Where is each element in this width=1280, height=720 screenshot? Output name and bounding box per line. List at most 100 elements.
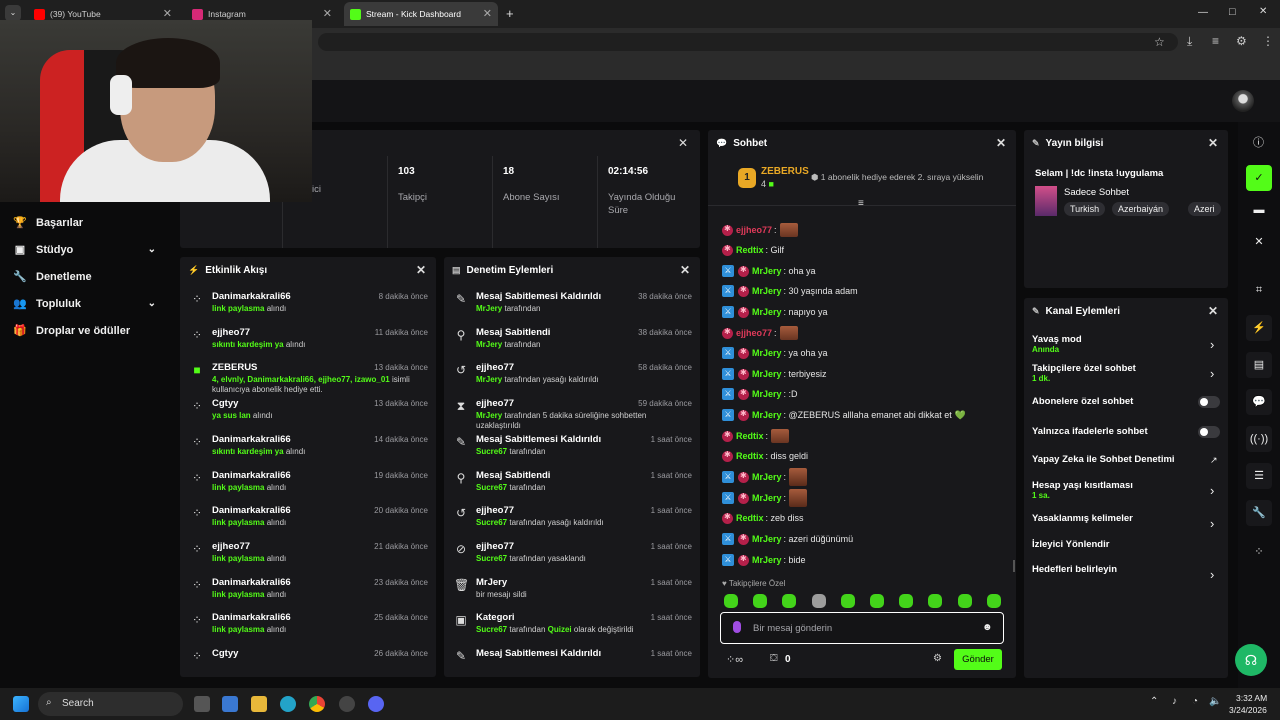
check-button[interactable]: ✓ [1246,165,1272,191]
chat-username[interactable]: MrJery [752,286,782,296]
channel-action-item[interactable]: Yapay Zeka ile Sohbet Denetimi ↗ [1032,454,1222,465]
document-icon[interactable]: ▤ [1246,352,1272,378]
pinned-user[interactable]: ZEBERUS [761,166,809,177]
list-item[interactable]: ⁘ Danimarkakrali66 14 dakika önce sıkıntı k… [188,430,428,466]
moderator-name[interactable]: Sucre67 [476,554,507,563]
close-icon[interactable]: ✕ [996,136,1006,150]
chat-username[interactable]: MrJery [752,307,782,317]
wifi-icon[interactable]: ◔ [1192,696,1198,707]
event-user[interactable]: Danimarkakrali66 [212,470,291,481]
chat-message[interactable]: Redtix: Gilf [722,240,784,261]
moderator-name[interactable]: MrJery [476,340,502,349]
maximize-button[interactable]: □ [1229,6,1236,18]
sidebar-item-community[interactable]: 👥 Topluluk ⌄ [0,290,170,317]
list-item[interactable]: ✎ Mesaj Sabitlemesi Kaldırıldı 1 saat önce… [452,430,692,466]
event-user[interactable]: Cgtyy [212,398,238,409]
settings-icon[interactable]: ⚙ [933,653,942,664]
list-item[interactable]: ⁘ Danimarkakrali66 23 dakika önce link payl… [188,573,428,609]
tab-kick-dashboard[interactable]: Stream - Kick Dashboard ✕ [344,2,498,26]
close-icon[interactable]: ✕ [163,7,172,20]
close-window-button[interactable]: ✕ [1259,6,1267,17]
tab-search-button[interactable]: ⌄ [5,5,21,21]
minimize-button[interactable]: — [1198,7,1208,18]
quick-emote-icon[interactable] [840,594,855,608]
menu-icon[interactable]: ⋮ [1262,34,1274,48]
info-icon[interactable]: ⓘ [1253,134,1264,150]
channel-action-item[interactable]: Yavaş mod Anında › [1032,334,1222,354]
layout-icon[interactable]: ▬ [1246,197,1272,223]
chat-message[interactable]: ⚔ MrJery: oha ya [722,261,816,282]
toggle-switch[interactable] [1198,396,1220,408]
task-view-icon[interactable] [194,696,210,712]
list-icon[interactable]: ☰ [1246,463,1272,489]
event-user[interactable]: ZEBERUS [212,362,257,373]
event-user[interactable]: Danimarkakrali66 [212,612,291,623]
obs-icon[interactable] [339,696,355,712]
quick-emote-icon[interactable] [957,594,972,608]
url-input[interactable] [318,33,1178,51]
clock-time[interactable]: 3:32 AM [1236,693,1267,703]
event-user[interactable]: Danimarkakrali66 [212,434,291,445]
channel-action-item[interactable]: Abonelere özel sohbet [1032,396,1222,408]
chat-username[interactable]: MrJery [752,493,782,503]
chat-message[interactable]: ejjheo77: [722,323,798,344]
edge-icon[interactable] [280,696,296,712]
list-item[interactable]: ⁘ Cgtyy 13 dakika önce ya sus lan alındı [188,394,428,430]
microphone-icon[interactable] [733,621,741,633]
lightning-icon[interactable]: ⚡ [1246,315,1272,341]
channel-action-item[interactable]: Takipçilere özel sohbet 1 dk. › [1032,363,1222,383]
event-user[interactable]: Danimarkakrali66 [212,291,291,302]
wrench-icon[interactable]: 🔧 [1246,500,1272,526]
quick-emote-icon[interactable] [782,594,797,608]
channel-action-item[interactable]: İzleyici Yönlendir [1032,539,1222,550]
fullscreen-icon[interactable]: ⌗ [1246,277,1272,303]
chat-message[interactable]: ⚔ MrJery: napıyo ya [722,302,828,323]
chat-icon[interactable]: 💬 [1246,389,1272,415]
chat-username[interactable]: MrJery [752,348,782,358]
event-user[interactable]: Danimarkakrali66 [212,577,291,588]
support-button[interactable]: ☊ [1235,644,1267,676]
moderator-name[interactable]: Sucre67 [476,483,507,492]
list-item[interactable]: ⁘ ejjheo77 11 dakika önce sıkıntı kardeşim … [188,323,428,359]
chat-message[interactable]: ejjheo77: [722,220,798,241]
list-item[interactable]: ⁘ Danimarkakrali66 19 dakika önce link payl… [188,466,428,502]
new-tab-button[interactable]: + [506,6,514,21]
list-item[interactable]: ▣ Kategori 1 saat önce Sucre67 tarafından Q… [452,608,692,644]
list-item[interactable]: ⚲ Mesaj Sabitlendi 38 dakika önce MrJery ta… [452,323,692,359]
quick-emote-icon[interactable] [899,594,914,608]
moderator-name[interactable]: Sucre67 [476,625,507,634]
close-icon[interactable]: ✕ [416,263,426,277]
channel-action-item[interactable]: Yalnızca ifadelerle sohbet [1032,426,1222,438]
moderator-name[interactable]: MrJery [476,375,502,384]
clock-date[interactable]: 3/24/2026 [1229,705,1267,715]
sidebar-item-achievements[interactable]: 🏆 Başarılar [0,209,170,236]
chat-message[interactable]: Redtix: zeb diss [722,508,804,529]
moderator-name[interactable]: MrJery [476,411,502,420]
list-item[interactable]: ■ ZEBERUS 13 dakika önce 4, elvnly, Danimar… [188,358,428,394]
close-icon[interactable]: ✕ [680,263,690,277]
list-item[interactable]: ⁘ Danimarkakrali66 25 dakika önce link payl… [188,608,428,644]
close-icon[interactable]: ✕ [678,136,688,150]
chat-username[interactable]: MrJery [752,266,782,276]
sidebar-item-moderation[interactable]: 🔧 Denetleme [0,263,170,290]
moderator-name[interactable]: Sucre67 [476,447,507,456]
chat-message[interactable]: ⚔ MrJery: [722,488,808,509]
community-icon[interactable]: ⁘ [1246,539,1272,565]
chat-message[interactable]: ⚔ MrJery: [722,467,808,488]
event-user[interactable]: Danimarkakrali66 [212,505,291,516]
chat-message[interactable]: Redtix: diss geldi [722,446,808,467]
chat-username[interactable]: MrJery [752,410,782,420]
chat-username[interactable]: Redtix [736,431,764,441]
chat-username[interactable]: MrJery [752,534,782,544]
quick-emote-icon[interactable] [928,594,943,608]
list-item[interactable]: ⁘ Danimarkakrali66 20 dakika önce link payl… [188,501,428,537]
list-item[interactable]: ⊘ ejjheo77 1 saat önce Sucre67 tarafından y… [452,537,692,573]
chat-username[interactable]: Redtix [736,451,764,461]
close-icon[interactable]: ✕ [323,7,332,20]
chat-message[interactable]: ⚔ MrJery: bide [722,550,806,571]
list-item[interactable]: ✎ Mesaj Sabitlemesi Kaldırıldı 38 dakika ö… [452,287,692,323]
broadcast-icon[interactable]: ((·)) [1246,426,1272,452]
channel-action-item[interactable]: Hesap yaşı kısıtlaması 1 sa. › [1032,480,1222,500]
channel-action-item[interactable]: Hedefleri belirleyin › [1032,564,1222,582]
list-item[interactable]: 🗑 MrJery 1 saat önce bir mesajı sildi [452,573,692,609]
